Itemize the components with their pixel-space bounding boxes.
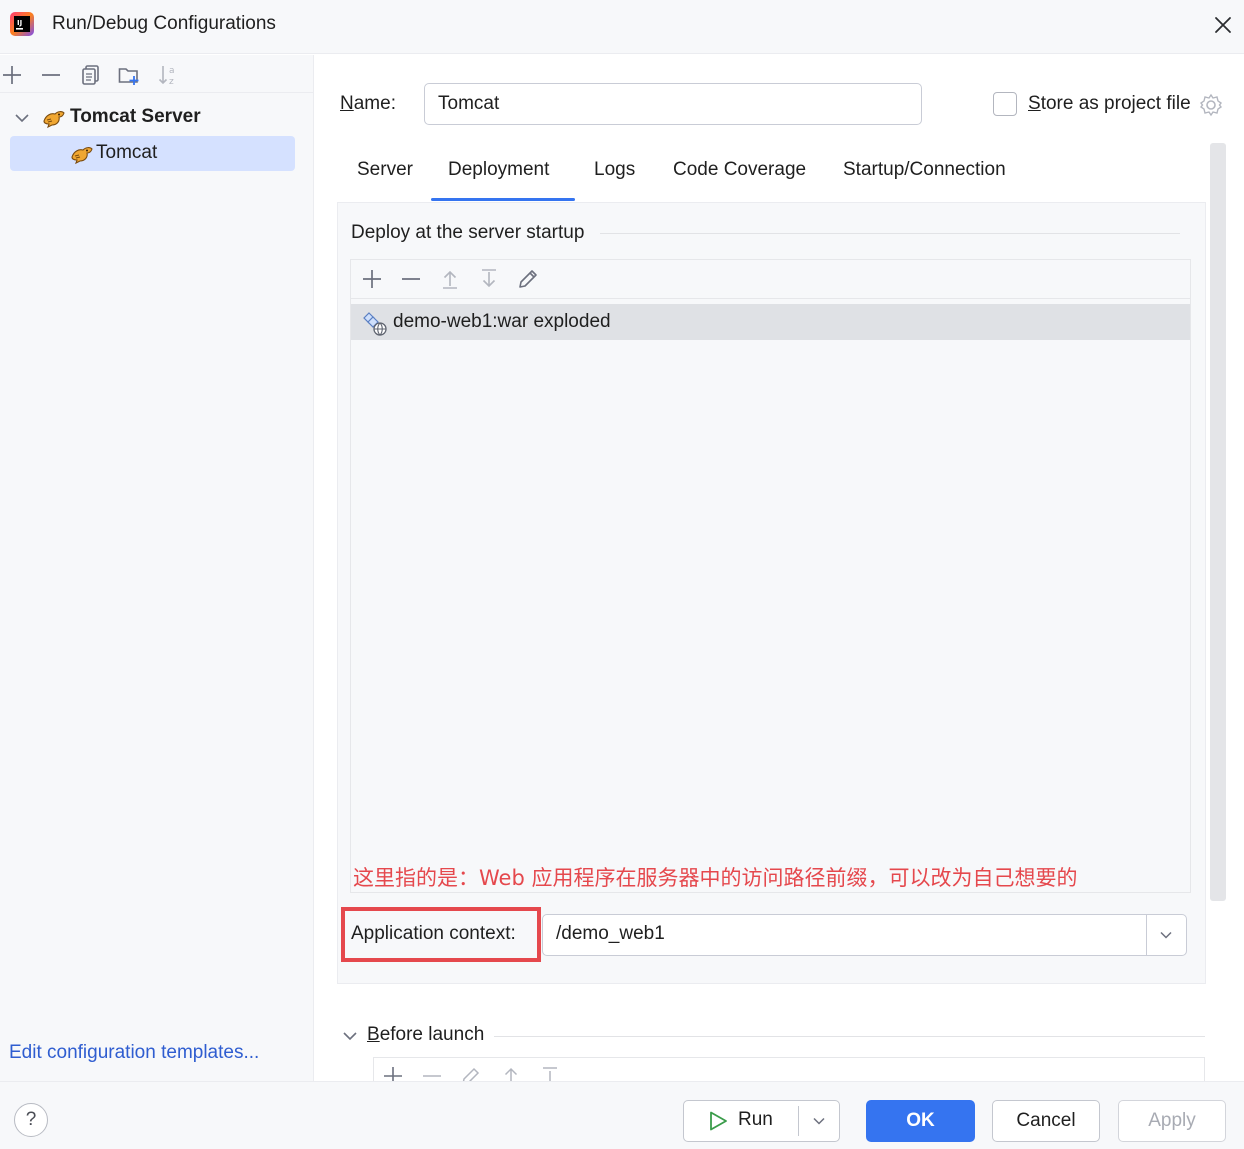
list-toolbar-divider	[351, 298, 1190, 299]
copy-icon[interactable]	[79, 63, 103, 87]
close-icon[interactable]	[1210, 12, 1236, 38]
application-context-value[interactable]: /demo_web1	[556, 923, 665, 945]
artifact-list	[350, 259, 1191, 893]
help-button[interactable]: ?	[14, 1103, 48, 1137]
tab-server[interactable]: Server	[357, 159, 413, 181]
before-launch-text: efore launch	[379, 1024, 485, 1045]
before-launch-label[interactable]: Before launch	[367, 1024, 484, 1046]
run-split-divider	[798, 1106, 799, 1136]
intellij-logo-icon: IJ	[9, 11, 35, 37]
web-artifact-icon	[362, 311, 388, 337]
toolbar-divider	[0, 92, 313, 93]
move-down-icon[interactable]	[477, 267, 501, 291]
configurations-sidebar	[0, 55, 314, 1081]
application-context-label: Application context:	[351, 923, 516, 944]
tab-startup-connection[interactable]: Startup/Connection	[843, 159, 1006, 181]
tree-group-tomcat-server[interactable]: Tomcat Server	[70, 106, 201, 128]
tab-logs[interactable]: Logs	[594, 159, 635, 181]
name-input[interactable]	[424, 83, 922, 125]
sort-icon[interactable]: az	[157, 63, 181, 87]
chevron-down-icon[interactable]	[12, 108, 32, 128]
vertical-scrollbar[interactable]	[1210, 143, 1226, 901]
section-divider	[600, 233, 1180, 234]
remove-icon[interactable]	[399, 267, 423, 291]
move-up-icon[interactable]	[438, 267, 462, 291]
new-folder-icon[interactable]	[117, 63, 141, 87]
store-as-project-file-checkbox[interactable]	[993, 92, 1017, 116]
store-label-text: tore as project file	[1040, 93, 1191, 114]
edit-icon[interactable]	[516, 267, 540, 291]
artifact-label: demo-web1:war exploded	[393, 311, 611, 332]
remove-icon[interactable]	[39, 63, 63, 87]
window-title: Run/Debug Configurations	[52, 13, 276, 34]
run-button-label: Run	[738, 1109, 773, 1130]
name-mnemonic: N	[340, 93, 354, 114]
svg-text:z: z	[169, 77, 174, 87]
tab-code-coverage[interactable]: Code Coverage	[673, 159, 806, 181]
chevron-down-icon[interactable]	[340, 1026, 360, 1046]
annotation-note: 这里指的是：Web 应用程序在服务器中的访问路径前缀，可以改为自己想要的	[353, 866, 1078, 890]
gear-icon[interactable]	[1198, 92, 1224, 118]
tree-item-label: Tomcat	[96, 142, 158, 163]
apply-button[interactable]: Apply	[1118, 1100, 1226, 1142]
chevron-down-icon[interactable]	[809, 1111, 829, 1131]
add-icon[interactable]	[360, 267, 384, 291]
chevron-down-icon[interactable]	[1156, 925, 1176, 945]
svg-text:IJ: IJ	[17, 19, 22, 27]
svg-text:a: a	[169, 66, 175, 76]
tab-deployment[interactable]: Deployment	[448, 159, 549, 181]
ok-button[interactable]: OK	[866, 1100, 975, 1142]
add-icon[interactable]	[0, 63, 24, 87]
tomcat-icon	[42, 107, 66, 129]
store-mnemonic: S	[1028, 93, 1041, 114]
tomcat-icon	[70, 143, 94, 165]
name-label: Name:	[340, 93, 396, 114]
active-tab-indicator	[431, 198, 575, 201]
deploy-section-title: Deploy at the server startup	[351, 222, 585, 243]
section-divider	[494, 1036, 1205, 1037]
cancel-button[interactable]: Cancel	[992, 1100, 1100, 1142]
store-as-project-file-label[interactable]: Store as project file	[1028, 93, 1191, 115]
combobox-divider	[1146, 915, 1147, 955]
edit-templates-link[interactable]: Edit configuration templates...	[9, 1042, 259, 1064]
before-launch-mnemonic: B	[367, 1024, 380, 1045]
play-icon	[707, 1110, 729, 1132]
